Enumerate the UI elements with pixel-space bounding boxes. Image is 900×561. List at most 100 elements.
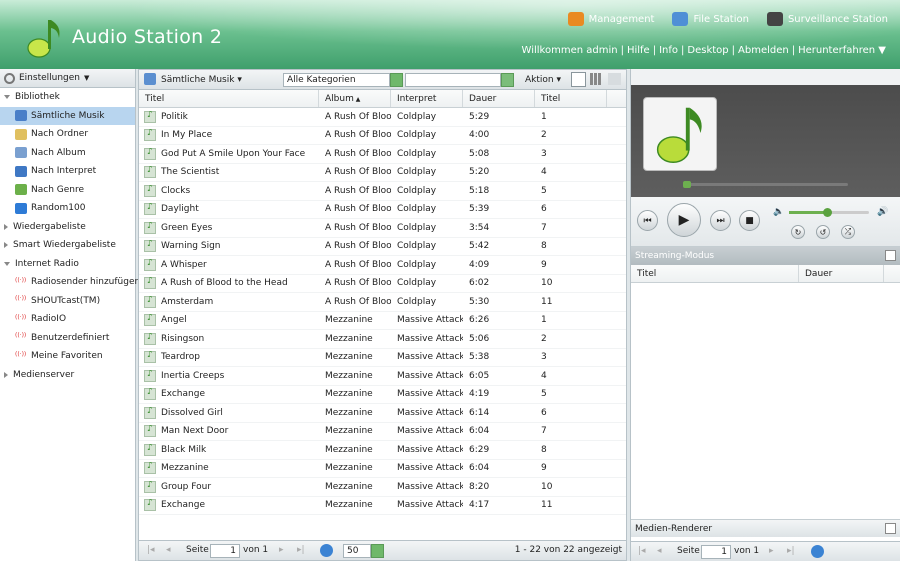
column-header-duration[interactable]: Dauer [463, 90, 535, 107]
last-page-icon[interactable]: ▸| [297, 545, 305, 555]
source-menu-button[interactable]: Sämtliche Musik ▾ [161, 75, 242, 85]
sidebar-item-nach-album[interactable]: Nach Album [0, 144, 135, 163]
table-row[interactable]: Inertia Creeps Mezzanine Massive Attack 6:0… [139, 367, 626, 386]
surveillance-station-link[interactable]: Surveillance Station [766, 12, 888, 26]
table-row[interactable]: Daylight A Rush Of Blood Coldplay 5:39 6 [139, 201, 626, 219]
table-row[interactable]: A Whisper A Rush Of Blood Coldplay 4:09 9 [139, 256, 626, 275]
next-button[interactable]: ⏭ [710, 210, 731, 231]
category-select[interactable]: Alle Kategorien [283, 73, 390, 87]
cover-view-icon[interactable] [608, 73, 621, 85]
repeat-button[interactable]: ↻ [791, 225, 805, 239]
first-page-icon[interactable]: |◂ [638, 546, 646, 556]
sidebar-item-random100[interactable]: Random100 [0, 199, 135, 218]
desktop-link[interactable]: Desktop [687, 45, 728, 56]
tree-section-internet-radio[interactable]: Internet Radio [0, 255, 135, 274]
collapse-icon[interactable] [4, 223, 8, 230]
column-header-artist[interactable]: Interpret [391, 90, 463, 107]
table-row[interactable]: God Put A Smile Upon Your Face A Rush Of … [139, 145, 626, 164]
collapse-icon[interactable] [4, 242, 8, 249]
table-row[interactable]: Risingson Mezzanine Massive Attack 5:06 2 [139, 330, 626, 349]
refresh-icon[interactable] [320, 544, 333, 557]
column-header-duration[interactable]: Dauer [799, 265, 884, 282]
progress-handle[interactable] [683, 181, 691, 188]
table-row[interactable]: Exchange Mezzanine Massive Attack 4:19 5 [139, 386, 626, 404]
tree-section-media-server[interactable]: Medienserver [0, 366, 135, 385]
shuffle-button[interactable]: ⤮ [841, 225, 855, 239]
repeat-one-button[interactable]: ↺ [816, 225, 830, 239]
song-progress-bar[interactable] [683, 181, 848, 188]
sidebar-item-nach-genre[interactable]: Nach Genre [0, 181, 135, 200]
previous-button[interactable]: ⏮ [637, 210, 658, 231]
category-dropdown-icon[interactable] [390, 73, 403, 87]
column-header-title[interactable]: Titel [631, 265, 799, 282]
column-header-track[interactable]: Titel [535, 90, 607, 107]
table-row[interactable]: Amsterdam A Rush Of Blood Coldplay 5:30 11 [139, 293, 626, 312]
album-cell: A Rush Of Blood [325, 296, 391, 307]
prev-page-icon[interactable]: ◂ [657, 546, 662, 556]
file-station-link[interactable]: File Station [672, 12, 749, 26]
table-row[interactable]: Teardrop Mezzanine Massive Attack 5:38 3 [139, 349, 626, 367]
table-row[interactable]: Black Milk Mezzanine Massive Attack 6:29 8 [139, 441, 626, 460]
page-input[interactable]: 1 [210, 544, 240, 558]
prev-page-icon[interactable]: ◂ [166, 545, 171, 555]
next-page-icon[interactable]: ▸ [279, 545, 284, 555]
per-page-dropdown-icon[interactable] [371, 544, 384, 558]
next-page-icon[interactable]: ▸ [769, 546, 774, 556]
sidebar-item-nach-ordner[interactable]: Nach Ordner [0, 125, 135, 144]
sidebar-item-radiosender-hinzuf-gen[interactable]: ((·)) Radiosender hinzufügen [0, 273, 140, 292]
page-input[interactable]: 1 [701, 545, 731, 559]
table-row[interactable]: Clocks A Rush Of Blood Coldplay 5:18 5 [139, 182, 626, 201]
first-page-icon[interactable]: |◂ [147, 545, 155, 555]
sidebar-item-benutzerdefiniert[interactable]: ((·)) Benutzerdefiniert [0, 329, 135, 348]
table-row[interactable]: Man Next Door Mezzanine Massive Attack 6:04… [139, 423, 626, 441]
gear-icon[interactable] [4, 72, 15, 84]
logout-link[interactable]: Abmelden [738, 45, 789, 56]
shutdown-link[interactable]: Herunterfahren [798, 45, 875, 56]
refresh-icon[interactable] [811, 545, 824, 558]
management-link[interactable]: Management [567, 12, 654, 26]
chevron-down-icon[interactable]: ▼ [878, 45, 886, 56]
table-row[interactable]: Green Eyes A Rush Of Blood Coldplay 3:54 7 [139, 219, 626, 238]
expand-icon[interactable] [4, 261, 10, 266]
table-row[interactable]: Warning Sign A Rush Of Blood Coldplay 5:42 8 [139, 238, 626, 256]
sidebar-item-radioio[interactable]: ((·)) RadioIO [0, 310, 135, 329]
table-row[interactable]: A Rush of Blood to the Head A Rush Of Blo… [139, 275, 626, 293]
tree-section-playlist[interactable]: Wiedergabeliste [0, 218, 135, 237]
play-button[interactable]: ▶ [667, 203, 701, 237]
chevron-down-icon[interactable]: ▼ [84, 74, 89, 82]
tree-section-smart-playlist[interactable]: Smart Wiedergabeliste [0, 236, 135, 255]
sidebar-item-nach-interpret[interactable]: Nach Interpret [0, 162, 135, 181]
table-row[interactable]: The Scientist A Rush Of Blood Coldplay 5:20… [139, 164, 626, 182]
volume-slider[interactable] [789, 208, 869, 217]
volume-handle[interactable] [823, 208, 833, 217]
collapse-icon[interactable] [4, 371, 8, 378]
info-link[interactable]: Info [659, 45, 678, 56]
search-input[interactable] [405, 73, 501, 87]
list-icon[interactable] [885, 250, 896, 261]
table-row[interactable]: Angel Mezzanine Massive Attack 6:26 1 [139, 312, 626, 330]
expand-icon[interactable] [4, 95, 10, 100]
table-row[interactable]: Group Four Mezzanine Massive Attack 8:20 10 [139, 478, 626, 497]
action-menu-button[interactable]: Aktion ▾ [525, 75, 561, 85]
table-row[interactable]: In My Place A Rush Of Blood Coldplay 4:00 2 [139, 127, 626, 145]
up-arrow-icon[interactable] [144, 73, 156, 85]
sidebar-item-s-mtliche-musik[interactable]: Sämtliche Musik [0, 106, 135, 125]
table-row[interactable]: Politik A Rush Of Blood Coldplay 5:29 1 [139, 108, 626, 127]
per-page-select[interactable]: 50 [343, 544, 371, 558]
tree-section-library[interactable]: Bibliothek [0, 88, 135, 107]
settings-menu-button[interactable]: Einstellungen [19, 73, 80, 83]
sidebar-item-shoutcast-tm-[interactable]: ((·)) SHOUTcast(TM) [0, 292, 135, 311]
table-row[interactable]: Exchange Mezzanine Massive Attack 4:17 11 [139, 497, 626, 515]
column-header-title[interactable]: Titel [139, 90, 319, 107]
stop-button[interactable]: ■ [739, 210, 760, 231]
sidebar-item-meine-favoriten[interactable]: ((·)) Meine Favoriten [0, 347, 135, 366]
last-page-icon[interactable]: ▸| [787, 546, 795, 556]
table-row[interactable]: Mezzanine Mezzanine Massive Attack 6:04 9 [139, 460, 626, 478]
clear-search-icon[interactable] [501, 73, 514, 87]
column-header-album[interactable]: Album ▲ [319, 90, 391, 107]
help-link[interactable]: Hilfe [627, 45, 650, 56]
table-row[interactable]: Dissolved Girl Mezzanine Massive Attack 6:1… [139, 404, 626, 423]
list-view-icon[interactable] [571, 72, 586, 87]
list-icon[interactable] [885, 523, 896, 534]
grid-view-icon[interactable] [590, 73, 602, 85]
